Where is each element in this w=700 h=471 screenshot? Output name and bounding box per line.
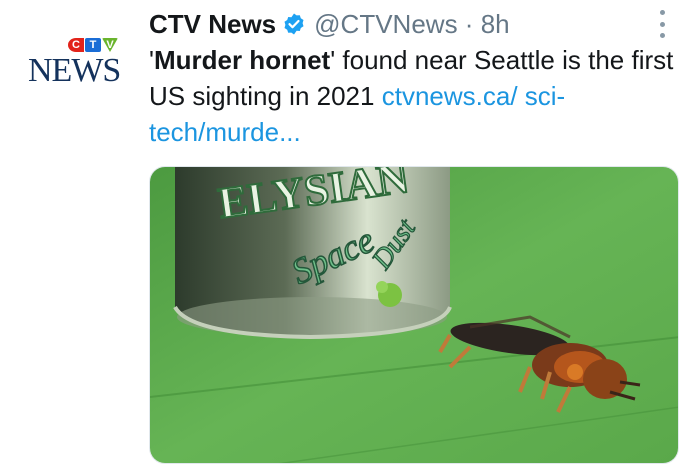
tweet[interactable]: C T V NEWS CTV News @CTVNews · 8h 'Murde… <box>0 0 700 471</box>
tweet-media-photo[interactable]: ELYSIAN Space Dust <box>149 166 679 464</box>
tweet-bold-text: Murder hornet <box>153 45 331 75</box>
logo-letter: T <box>85 38 101 52</box>
tweet-text: 'Murder hornet' found near Seattle is th… <box>149 42 689 150</box>
author-avatar[interactable]: C T V NEWS <box>28 38 124 90</box>
tweet-time[interactable]: 8h <box>481 9 510 39</box>
logo-letter: C <box>68 38 84 52</box>
more-vertical-icon[interactable] <box>658 10 666 38</box>
logo-letter: V <box>102 38 118 52</box>
verified-badge-icon <box>282 12 306 36</box>
author-handle[interactable]: @CTVNews <box>314 9 457 39</box>
tweet-header: CTV News @CTVNews · 8h <box>149 6 510 42</box>
author-display-name[interactable]: CTV News <box>149 9 276 40</box>
beer-can-image: ELYSIAN Space Dust <box>173 167 452 340</box>
meta-separator: · <box>464 8 474 39</box>
author-handle-meta: @CTVNews · 8h <box>314 9 509 40</box>
logo-wordmark: NEWS <box>28 52 121 89</box>
ctv-logo-icon: C T V <box>68 38 118 52</box>
